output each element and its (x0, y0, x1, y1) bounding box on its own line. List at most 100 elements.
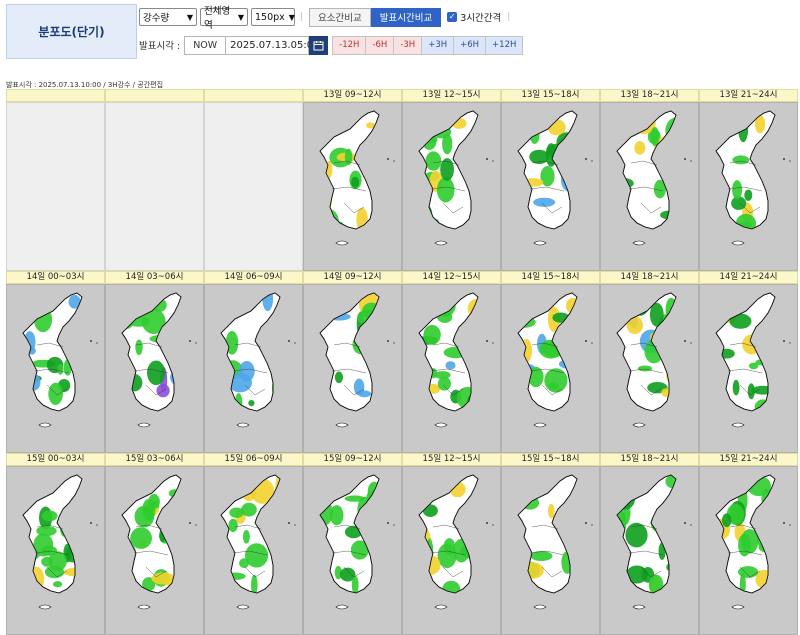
map-row (6, 102, 800, 271)
time-header: 15일 18~21시 (600, 453, 699, 466)
time-header: 14일 09~12시 (303, 271, 402, 284)
precipitation-map[interactable] (402, 102, 501, 271)
time-header: 13일 21~24시 (699, 89, 798, 102)
time-header: 15일 15~18시 (501, 453, 600, 466)
korea-map-image (304, 467, 401, 634)
time-header: 14일 00~03시 (6, 271, 105, 284)
korea-map-image (700, 467, 797, 634)
korea-map-image (502, 285, 599, 452)
time-header: 13일 09~12시 (303, 89, 402, 102)
size-select[interactable]: 150px ▼ (251, 8, 295, 26)
time-header: 14일 12~15시 (402, 271, 501, 284)
precipitation-map[interactable] (699, 284, 798, 453)
chevron-down-icon: ▼ (288, 12, 295, 22)
tab-element-compare[interactable]: 요소간비교 (309, 7, 371, 27)
precipitation-map[interactable] (501, 102, 600, 271)
calendar-icon (313, 40, 324, 50)
precipitation-map[interactable] (501, 284, 600, 453)
chevron-down-icon: ▼ (186, 12, 193, 22)
map-row (6, 466, 800, 635)
time-header-row: 14일 00~03시 14일 03~06시 14일 06~09시 14일 09~12시… (6, 271, 800, 284)
map-row (6, 284, 800, 453)
divider: | (507, 12, 511, 22)
korea-map-image (205, 285, 302, 452)
step-minus-3h-button[interactable]: -3H (394, 36, 423, 54)
toolbar-row-options: 강수량 ▼ 전체영역 ▼ 150px ▼ | 요소간비교 발표시간비교 ✓ 3시간간격… (139, 6, 511, 31)
korea-map-image (502, 467, 599, 634)
empty-map-cell (6, 102, 105, 271)
precipitation-map[interactable] (699, 102, 798, 271)
korea-map-image (403, 467, 500, 634)
variable-select[interactable]: 강수량 ▼ (139, 8, 197, 26)
empty-map-cell (204, 102, 303, 271)
precipitation-map[interactable] (105, 284, 204, 453)
time-header: 15일 09~12시 (303, 453, 402, 466)
korea-map-image (106, 467, 203, 634)
step-plus-12h-button[interactable]: +12H (486, 36, 523, 54)
time-header-row: 13일 09~12시 13일 12~15시 13일 15~18시 13일 18~21시… (6, 89, 800, 102)
korea-map-image (700, 103, 797, 270)
korea-map-image (601, 467, 698, 634)
korea-map-image (700, 285, 797, 452)
precipitation-map[interactable] (303, 102, 402, 271)
step-plus-3h-button[interactable]: +3H (422, 36, 455, 54)
korea-map-image (7, 467, 104, 634)
precipitation-map[interactable] (204, 284, 303, 453)
korea-map-image (601, 285, 698, 452)
time-header (204, 89, 303, 102)
time-header: 15일 21~24시 (699, 453, 798, 466)
korea-map-image (502, 103, 599, 270)
korea-map-image (403, 285, 500, 452)
issue-time-input[interactable]: 2025.07.13.05:00 (226, 35, 319, 55)
korea-map-image (304, 285, 401, 452)
korea-map-image (403, 103, 500, 270)
precipitation-map[interactable] (303, 284, 402, 453)
precipitation-map[interactable] (303, 466, 402, 635)
time-header: 13일 15~18시 (501, 89, 600, 102)
empty-map-cell (105, 102, 204, 271)
time-header: 15일 12~15시 (402, 453, 501, 466)
precipitation-map[interactable] (699, 466, 798, 635)
map-grid: 13일 09~12시 13일 12~15시 13일 15~18시 13일 18~21시… (6, 89, 800, 635)
time-header-row: 15일 00~03시 15일 03~06시 15일 06~09시 15일 09~12시… (6, 453, 800, 466)
time-header (105, 89, 204, 102)
precipitation-map[interactable] (600, 466, 699, 635)
precipitation-map[interactable] (402, 466, 501, 635)
now-button[interactable]: NOW (184, 35, 227, 55)
calendar-button[interactable] (309, 35, 329, 55)
step-plus-6h-button[interactable]: +6H (454, 36, 487, 54)
time-header (6, 89, 105, 102)
chevron-down-icon: ▼ (237, 12, 244, 22)
precipitation-map[interactable] (6, 284, 105, 453)
precipitation-map[interactable] (6, 466, 105, 635)
interval-checkbox-label: 3시간간격 (460, 13, 502, 24)
time-header: 15일 06~09시 (204, 453, 303, 466)
korea-map-image (7, 285, 104, 452)
precipitation-map[interactable] (204, 466, 303, 635)
precipitation-map[interactable] (105, 466, 204, 635)
step-minus-12h-button[interactable]: -12H (333, 36, 367, 54)
precipitation-map[interactable] (402, 284, 501, 453)
time-header: 14일 06~09시 (204, 271, 303, 284)
korea-map-image (601, 103, 698, 270)
time-header: 15일 00~03시 (6, 453, 105, 466)
tab-issue-time-compare[interactable]: 발표시간비교 (370, 7, 442, 27)
page-title: 분포도(단기) (6, 4, 137, 59)
region-select[interactable]: 전체영역 ▼ (200, 6, 248, 31)
time-header: 14일 21~24시 (699, 271, 798, 284)
precipitation-map[interactable] (501, 466, 600, 635)
interval-checkbox[interactable]: ✓ 3시간간격 (447, 10, 501, 24)
korea-map-image (304, 103, 401, 270)
time-header: 13일 18~21시 (600, 89, 699, 102)
time-header: 13일 12~15시 (402, 89, 501, 102)
precipitation-map[interactable] (600, 102, 699, 271)
toolbar: 분포도(단기) 강수량 ▼ 전체영역 ▼ 150px ▼ | 요소간비교 발표시간비교… (0, 0, 800, 62)
check-icon: ✓ (447, 12, 458, 22)
time-header: 14일 03~06시 (105, 271, 204, 284)
issue-time-label: 발표시각 : (139, 41, 181, 52)
time-header: 15일 03~06시 (105, 453, 204, 466)
korea-map-image (205, 467, 302, 634)
precipitation-map[interactable] (600, 284, 699, 453)
step-minus-6h-button[interactable]: -6H (366, 36, 395, 54)
korea-map-image (106, 285, 203, 452)
